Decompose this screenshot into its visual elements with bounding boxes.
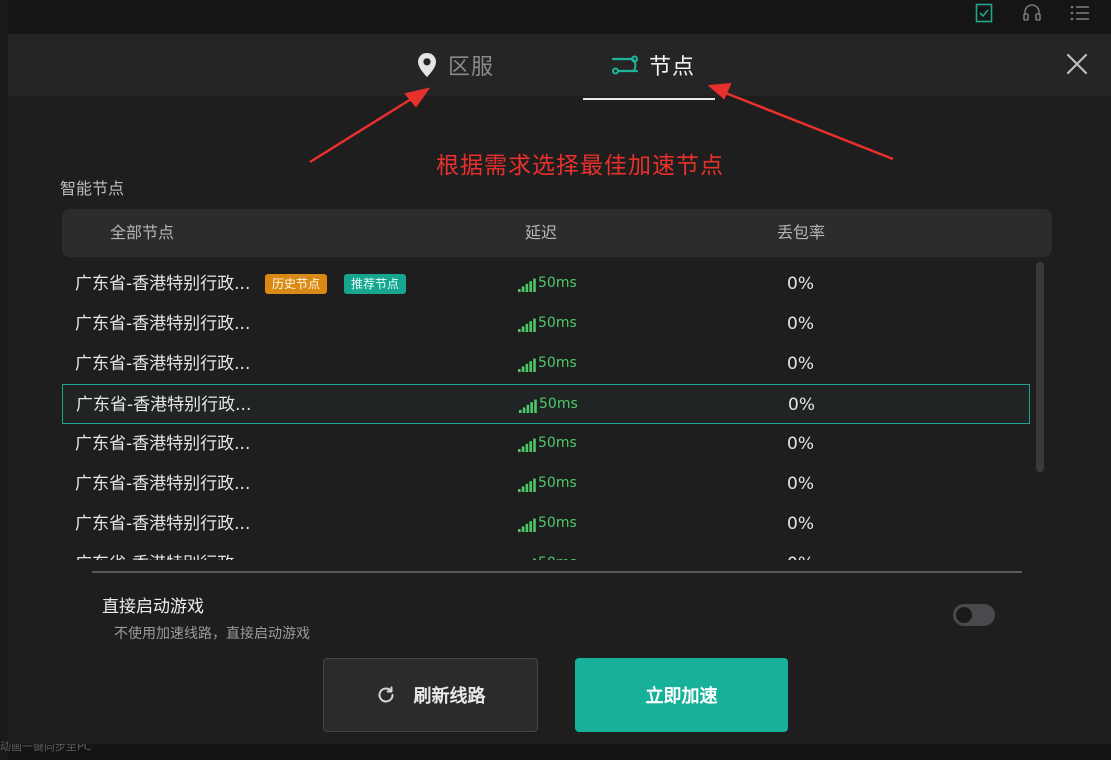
node-name: 广东省-香港特别行政... [75, 514, 251, 534]
signal-strength-icon [533, 558, 536, 560]
table-row[interactable]: 广东省-香港特别行政... 50ms 0% [62, 304, 1030, 344]
latency-value: 50ms [538, 315, 577, 331]
signal-strength-icon [518, 518, 536, 532]
checklist-icon[interactable] [973, 2, 995, 24]
node-selection-dialog: 区服 节点 根据需求选择最佳加速节点 智能节点 全部节点 延迟 丢包率 广东省-… [8, 34, 1111, 744]
table-row[interactable]: 广东省-香港特别行政... 50ms 0% [62, 344, 1030, 384]
dialog-header [8, 34, 1111, 96]
node-name: 广东省-香港特别行政... [75, 434, 251, 454]
refresh-icon [378, 686, 393, 703]
packet-loss-value: 0% [787, 474, 814, 494]
background-sidebar [0, 0, 8, 760]
packet-loss-value: 0% [788, 395, 815, 415]
headset-icon[interactable] [1021, 2, 1043, 24]
signal-strength-icon [518, 358, 536, 372]
tab-region[interactable]: 区服 [416, 34, 494, 96]
accelerate-now-label: 立即加速 [645, 686, 718, 707]
location-pin-icon [418, 53, 436, 77]
table-row[interactable]: 广东省-香港特别行政... 50ms 0% [62, 424, 1030, 464]
node-list-scrollbar[interactable] [1036, 262, 1044, 560]
direct-launch-title: 直接启动游戏 [102, 597, 204, 617]
annotation-text: 根据需求选择最佳加速节点 [436, 153, 724, 179]
arrow-to-region-tab [309, 94, 417, 164]
table-row[interactable]: 广东省-香港特别行政... 50ms 0% [62, 504, 1030, 544]
latency-value: 50ms [539, 396, 578, 412]
packet-loss-value: 0% [787, 514, 814, 534]
latency-value: 50ms [538, 275, 577, 291]
packet-loss-value: 0% [787, 314, 814, 334]
active-tab-indicator [583, 98, 715, 100]
scrollbar-thumb[interactable] [1036, 262, 1044, 472]
latency-value: 50ms [538, 355, 577, 371]
tab-region-label: 区服 [448, 55, 495, 80]
packet-loss-value: 0% [787, 434, 814, 454]
signal-strength-icon [518, 278, 536, 292]
accelerate-now-button[interactable]: 立即加速 [575, 658, 788, 732]
signal-strength-icon [519, 399, 537, 413]
refresh-routes-button[interactable]: 刷新线路 [323, 658, 538, 732]
recommended-node-badge: 推荐节点 [344, 274, 407, 294]
background-topbar [0, 0, 1111, 34]
refresh-routes-label: 刷新线路 [413, 686, 486, 707]
table-row[interactable]: 广东省-香港特别行政... 50ms 0% [62, 464, 1030, 504]
signal-strength-icon [518, 318, 536, 332]
close-button[interactable] [1065, 52, 1089, 76]
latency-value: 50ms [538, 515, 577, 531]
history-node-badge: 历史节点 [265, 274, 328, 294]
column-header-all-nodes[interactable]: 全部节点 [110, 209, 174, 257]
node-name: 广东省-香港特别行政... [76, 395, 252, 415]
signal-strength-icon [518, 438, 536, 452]
signal-strength-icon [518, 478, 536, 492]
column-header-latency: 延迟 [525, 223, 558, 242]
packet-loss-value: 0% [787, 354, 814, 374]
latency-value: 50ms [538, 475, 577, 491]
packet-loss-value: 0% [787, 274, 814, 294]
arrow-to-node-tab [722, 90, 894, 161]
divider [92, 571, 1022, 573]
close-icon [1066, 53, 1088, 75]
tab-node[interactable]: 节点 [611, 34, 695, 96]
node-list[interactable]: 广东省-香港特别行政... 历史节点 推荐节点 50ms 0% 广东省-香港特别行政...… [62, 262, 1038, 560]
node-name: 广东省-香港特别行政... [75, 474, 251, 494]
table-row[interactable]: 广东省-香港特别行政... 50ms 0% [62, 544, 1030, 560]
tab-node-label: 节点 [649, 55, 696, 80]
node-name: 广东省-香港特别行政... [75, 544, 250, 560]
packet-loss-value: 0% [787, 544, 814, 560]
screen: 动画一键同步至PC 区服 节点 根据需求选择最佳加速节点 智能节点 全部节点 延… [0, 0, 1111, 760]
section-title: 智能节点 [60, 179, 125, 198]
background-toolbar [973, 2, 1091, 24]
table-row[interactable]: 广东省-香港特别行政... 50ms 0% [62, 384, 1030, 424]
direct-launch-description: 不使用加速线路，直接启动游戏 [114, 626, 310, 642]
node-name: 广东省-香港特别行政... [75, 314, 251, 334]
node-name: 广东省-香港特别行政... [75, 274, 251, 294]
table-row[interactable]: 广东省-香港特别行政... 历史节点 推荐节点 50ms 0% [62, 264, 1030, 304]
column-header-packet-loss: 丢包率 [777, 223, 826, 242]
latency-value: 50ms [538, 544, 577, 560]
node-name: 广东省-香港特别行政... [75, 354, 251, 374]
direct-launch-toggle[interactable] [953, 604, 995, 626]
menu-icon[interactable] [1069, 2, 1091, 24]
latency-value: 50ms [538, 435, 577, 451]
table-header: 全部节点 延迟 丢包率 [62, 209, 1052, 257]
route-switch-icon [611, 55, 639, 75]
toggle-knob [956, 607, 972, 623]
